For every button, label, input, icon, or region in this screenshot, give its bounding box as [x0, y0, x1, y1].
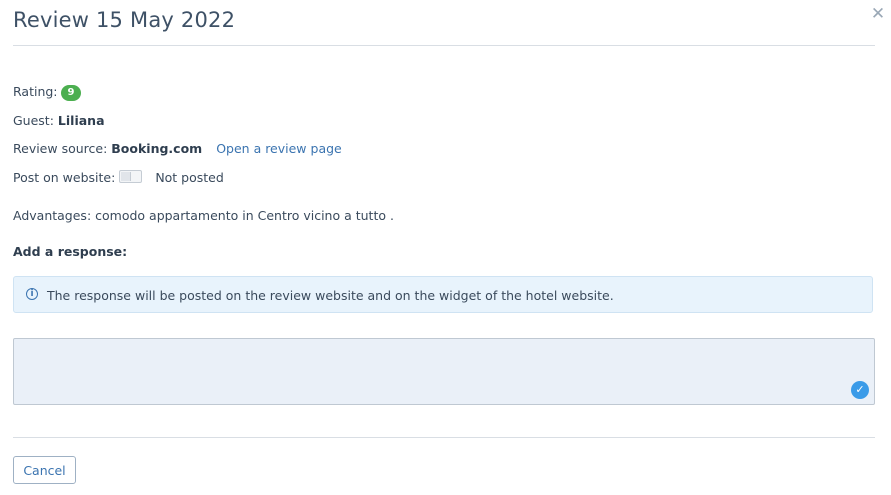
- guest-row: Guest: Liliana: [13, 113, 105, 128]
- dialog-title: Review 15 May 2022: [13, 8, 236, 32]
- guest-name: Liliana: [57, 113, 105, 128]
- toggle-knob: [121, 172, 132, 181]
- post-status: Not posted: [155, 170, 224, 185]
- header-divider: [13, 45, 875, 46]
- source-row: Review source: Booking.com Open a review …: [13, 141, 342, 156]
- advantages-text: Advantages: comodo appartamento in Centr…: [13, 208, 394, 223]
- guest-label: Guest:: [13, 113, 54, 128]
- info-banner: i The response will be posted on the rev…: [13, 276, 873, 313]
- close-icon[interactable]: ✕: [870, 6, 886, 23]
- response-heading: Add a response:: [13, 244, 128, 259]
- source-name: Booking.com: [111, 141, 203, 156]
- cancel-button[interactable]: Cancel: [13, 456, 76, 484]
- rating-badge: 9: [60, 85, 82, 101]
- source-label: Review source:: [13, 141, 108, 156]
- info-text: The response will be posted on the revie…: [47, 288, 614, 303]
- check-circle-icon: ✓: [851, 381, 869, 399]
- post-row: Post on website: Not posted: [13, 170, 224, 185]
- post-toggle[interactable]: [119, 170, 143, 183]
- rating-row: Rating: 9: [13, 84, 82, 101]
- footer-divider: [13, 437, 875, 438]
- rating-label: Rating:: [13, 84, 58, 99]
- open-review-link[interactable]: Open a review page: [216, 141, 342, 156]
- response-textarea[interactable]: [13, 338, 875, 405]
- info-icon: i: [26, 288, 38, 300]
- post-label: Post on website:: [13, 170, 116, 185]
